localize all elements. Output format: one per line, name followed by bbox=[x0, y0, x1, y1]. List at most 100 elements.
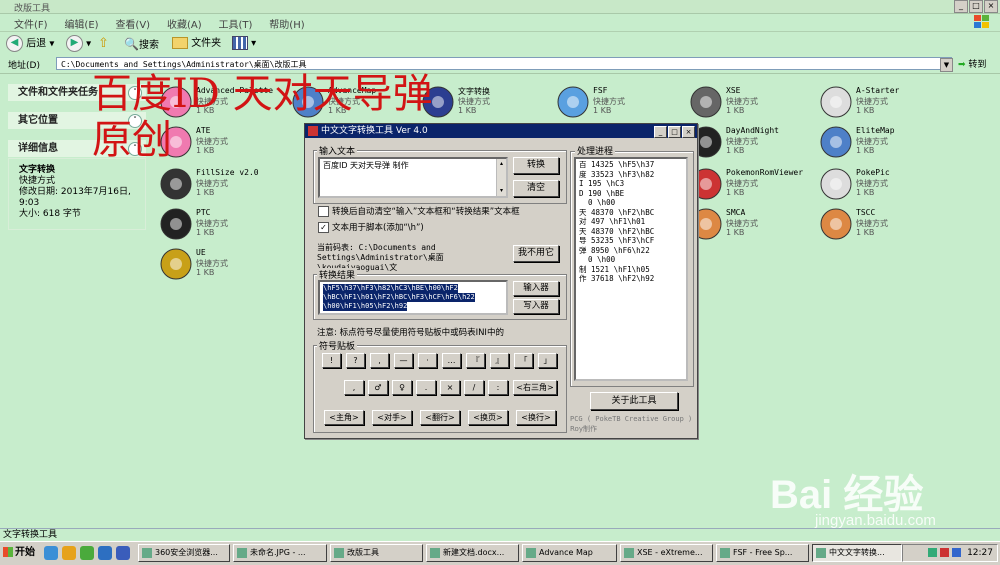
dialog-close-button[interactable]: × bbox=[682, 126, 695, 138]
forward-button[interactable]: ▶ ▾ bbox=[66, 35, 91, 53]
quicklaunch-browser-icon[interactable] bbox=[44, 546, 58, 560]
file-item[interactable]: TSCC 快捷方式 1 KB bbox=[818, 206, 938, 246]
file-size: 1 KB bbox=[726, 106, 745, 115]
close-button[interactable]: × bbox=[984, 0, 998, 13]
symbol-button[interactable]: ♂ bbox=[368, 380, 388, 395]
file-item[interactable]: FSF 快捷方式 1 KB bbox=[555, 84, 675, 124]
convert-button[interactable]: 转换 bbox=[513, 157, 559, 174]
quicklaunch-app-icon[interactable] bbox=[62, 546, 76, 560]
symbol-button[interactable]: — bbox=[394, 353, 413, 368]
taskbar-button-label: XSE - eXtreme... bbox=[637, 548, 703, 557]
task-app-icon bbox=[624, 548, 634, 558]
symbol-button[interactable]: ♀ bbox=[392, 380, 412, 395]
file-item[interactable]: DayAndNight 快捷方式 1 KB bbox=[688, 124, 808, 164]
auto-clear-checkbox[interactable] bbox=[318, 206, 329, 217]
start-button[interactable]: 开始 bbox=[1, 544, 37, 562]
symbol-button[interactable]: · bbox=[418, 353, 437, 368]
file-item[interactable]: PTC 快捷方式 1 KB bbox=[158, 206, 278, 246]
taskbar-button-label: Advance Map bbox=[539, 548, 593, 557]
address-dropdown-icon[interactable]: ▼ bbox=[940, 58, 953, 72]
symbol-button[interactable]: <主角> bbox=[324, 410, 364, 425]
menu-tools[interactable]: 工具(T) bbox=[219, 16, 253, 31]
dialog-maximize-button[interactable]: □ bbox=[668, 126, 681, 138]
search-button[interactable]: 🔍搜索 bbox=[124, 35, 159, 53]
file-item[interactable]: PokePic 快捷方式 1 KB bbox=[818, 166, 938, 206]
back-button[interactable]: ◀ 后退 ▾ bbox=[6, 35, 54, 53]
symbol-button[interactable]: ? bbox=[346, 353, 365, 368]
menu-edit[interactable]: 编辑(E) bbox=[64, 16, 98, 31]
taskbar-button[interactable]: Advance Map bbox=[522, 544, 617, 562]
result-line: \h00\hF1\h05\hF2\h92 bbox=[323, 302, 408, 311]
start-logo-icon bbox=[3, 547, 13, 557]
taskbar-button[interactable]: 未命名.JPG - ... bbox=[233, 544, 327, 562]
symbol-button[interactable]: <翻行> bbox=[420, 410, 460, 425]
file-item[interactable]: EliteMap 快捷方式 1 KB bbox=[818, 124, 938, 164]
file-item[interactable]: 文字转换 快捷方式 1 KB bbox=[420, 84, 540, 124]
file-name: DayAndNight bbox=[726, 126, 779, 135]
taskbar-button[interactable]: FSF - Free Sp... bbox=[716, 544, 809, 562]
menu-help[interactable]: 帮助(H) bbox=[269, 16, 304, 31]
maximize-button[interactable]: □ bbox=[969, 0, 983, 13]
symbol-button[interactable]: <换页> bbox=[468, 410, 508, 425]
taskbar-button[interactable]: 新建文档.docx... bbox=[426, 544, 519, 562]
file-item[interactable]: A-Starter 快捷方式 1 KB bbox=[818, 84, 938, 124]
symbol-button[interactable]: <对手> bbox=[372, 410, 412, 425]
taskbar-button[interactable]: XSE - eXtreme... bbox=[620, 544, 713, 562]
symbol-button[interactable]: 『 bbox=[466, 353, 485, 368]
clear-button[interactable]: 清空 bbox=[513, 180, 559, 197]
file-item[interactable]: UE 快捷方式 1 KB bbox=[158, 246, 278, 286]
folders-button[interactable]: 文件夹 bbox=[172, 35, 221, 53]
symbol-button[interactable]: <换行> bbox=[516, 410, 556, 425]
import-button[interactable]: 输入器 bbox=[513, 281, 559, 296]
taskbar: 开始 360安全浏览器... 未命名.JPG - ... 改版工具 新建文档.docx… bbox=[0, 541, 1000, 565]
input-textarea[interactable]: 百度ID 天对天导弹 制作 ▴ ▾ bbox=[318, 157, 508, 198]
quicklaunch-app-icon[interactable] bbox=[80, 546, 94, 560]
views-button[interactable]: ▾ bbox=[232, 35, 256, 53]
symbol-button[interactable]: ! bbox=[322, 353, 341, 368]
clock[interactable]: 12:27 bbox=[967, 548, 993, 558]
script-mode-checkbox[interactable]: ✓ bbox=[318, 222, 329, 233]
quicklaunch-desktop-icon[interactable] bbox=[116, 546, 130, 560]
symbol-button[interactable]: / bbox=[464, 380, 484, 395]
symbol-button[interactable]: , bbox=[370, 353, 389, 368]
symbol-button[interactable]: 』 bbox=[490, 353, 509, 368]
address-input[interactable]: C:\Documents and Settings\Administrator\… bbox=[56, 57, 952, 70]
write-button[interactable]: 写入器 bbox=[513, 299, 559, 314]
menu-file[interactable]: 文件(F) bbox=[14, 16, 48, 31]
file-name: PTC bbox=[196, 208, 211, 217]
symbol-button[interactable]: <右三角> bbox=[513, 380, 557, 395]
process-line: 对 497 \hF1\h01 bbox=[579, 217, 646, 226]
window-title: 改版工具 bbox=[14, 4, 51, 14]
minimize-button[interactable]: _ bbox=[954, 0, 968, 13]
symbol-button[interactable]: 「 bbox=[514, 353, 533, 368]
menu-view[interactable]: 查看(V) bbox=[115, 16, 150, 31]
task-app-icon bbox=[526, 548, 536, 558]
symbol-button[interactable]: , bbox=[344, 380, 364, 395]
status-text: 文字转换工具 bbox=[3, 530, 58, 540]
file-item[interactable]: PokemonRomViewer 快捷方式 1 KB bbox=[688, 166, 808, 206]
file-item[interactable]: ATE 快捷方式 1 KB bbox=[158, 124, 278, 164]
taskbar-button[interactable]: 360安全浏览器... bbox=[138, 544, 230, 562]
symbol-button[interactable]: × bbox=[440, 380, 460, 395]
quicklaunch-app-icon[interactable] bbox=[98, 546, 112, 560]
symbol-button[interactable]: . bbox=[416, 380, 436, 395]
taskbar-button[interactable]: 中文文字转换... bbox=[812, 544, 902, 562]
go-button[interactable]: ➡ 转到 bbox=[958, 57, 986, 70]
taskbar-button[interactable]: 改版工具 bbox=[330, 544, 423, 562]
dialog-minimize-button[interactable]: _ bbox=[654, 126, 667, 138]
process-line: 百 14325 \hF5\h37 bbox=[579, 160, 655, 169]
symbol-button[interactable]: : bbox=[488, 380, 508, 395]
tray-icon bbox=[952, 548, 962, 557]
symbol-button[interactable]: … bbox=[442, 353, 461, 368]
file-item[interactable]: SMCA 快捷方式 1 KB bbox=[688, 206, 808, 246]
file-item[interactable]: XSE 快捷方式 1 KB bbox=[688, 84, 808, 124]
menu-favorites[interactable]: 收藏(A) bbox=[167, 16, 202, 31]
symbol-button[interactable]: 」 bbox=[538, 353, 557, 368]
file-item[interactable]: FillSize v2.0 快捷方式 1 KB bbox=[158, 166, 278, 206]
input-scrollbar[interactable]: ▴ ▾ bbox=[496, 159, 506, 196]
not-use-button[interactable]: 我不用它 bbox=[513, 245, 559, 262]
about-button[interactable]: 关于此工具 bbox=[590, 392, 678, 410]
result-textarea[interactable]: \hF5\h37\hF3\h82\hC3\hBE\h00\hF2 \hBC\hF… bbox=[318, 280, 508, 315]
file-size: 1 KB bbox=[196, 228, 215, 237]
up-folder-button[interactable]: ⇧ bbox=[98, 35, 109, 53]
